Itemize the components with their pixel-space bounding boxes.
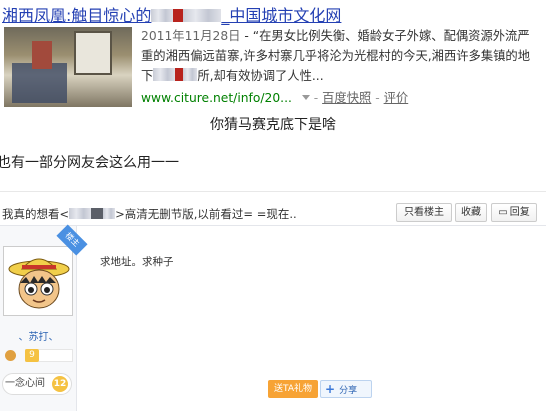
result-snippet: 2011年11月28日 - “在男女比例失衡、婚龄女子外嫁、配偶资源外流严重的湘… [141, 26, 541, 86]
avatar[interactable] [3, 246, 73, 316]
mosaic-censor [183, 9, 222, 22]
post-title-prefix: 我真的想看< [2, 207, 70, 221]
only-op-button[interactable]: 只看楼主 [396, 203, 452, 222]
result-title-prefix: 湘西凤凰:触目惊心的 [2, 6, 152, 25]
mosaic-censor [151, 9, 174, 22]
result-snippet-text-2: 所,却有效协调了人性... [197, 69, 324, 83]
caption-line-1: 你猜马赛克底下是啥 [210, 117, 336, 133]
mosaic-censor [69, 208, 92, 219]
username-link[interactable]: 、苏打、 [0, 328, 77, 343]
post-header: 我真的想看< >高清无删节版,以前看过= =现在.. 只看楼主 收藏 ▭ 回复 [0, 200, 546, 226]
result-date: 2011年11月28日 [141, 29, 241, 43]
post-body: 求地址。求种子 [100, 256, 174, 268]
mosaic-censor [103, 208, 116, 219]
mosaic-censor [153, 68, 176, 81]
review-link[interactable]: 评价 [384, 91, 409, 105]
mosaic-censor [175, 68, 184, 81]
level-number: 9 [25, 349, 39, 362]
caption-line-2: 也有一部分网友会这么用一一 [0, 155, 179, 171]
separator: - [313, 91, 319, 105]
result-title-suffix: _中国城市文化网 [221, 6, 342, 25]
reply-icon: ▭ [498, 207, 508, 218]
user-title-tag[interactable]: 一念心间 12 [2, 373, 72, 395]
result-url[interactable]: www.citure.net/info/20... [141, 91, 292, 105]
mosaic-censor [91, 208, 104, 219]
result-title-link[interactable]: 湘西凤凰:触目惊心的 _中国城市文化网 [2, 2, 341, 26]
post-title-suffix: >高清无删节版,以前看过= =现在.. [115, 207, 297, 221]
separator: - [375, 91, 380, 105]
share-label: 分享 [339, 386, 358, 396]
plus-icon: + [325, 382, 336, 396]
share-button[interactable]: + 分享 [320, 380, 372, 398]
level-icon [5, 350, 16, 361]
mosaic-censor [173, 9, 184, 22]
reply-label: 回复 [509, 207, 530, 218]
user-title: 一念心间 [5, 378, 45, 389]
avatar-luffy-icon [4, 247, 72, 315]
mosaic-censor [183, 68, 198, 81]
thumbnail-fabric-red [32, 41, 52, 69]
favorite-button[interactable]: 收藏 [455, 203, 487, 222]
result-url-line: www.citure.net/info/20... - 百度快照 - 评价 [141, 88, 408, 106]
dropdown-arrow-icon[interactable] [301, 95, 310, 100]
post-title: 我真的想看< >高清无删节版,以前看过= =现在.. [2, 206, 297, 222]
photo-thumbnail-icon[interactable] [4, 27, 132, 107]
thumbnail-window [74, 31, 112, 75]
thumbnail-fabric [12, 63, 67, 103]
user-title-level: 12 [52, 376, 68, 392]
divider [0, 191, 546, 192]
reply-button[interactable]: ▭ 回复 [491, 203, 537, 222]
snapshot-link[interactable]: 百度快照 [322, 91, 371, 105]
send-gift-button[interactable]: 送TA礼物 [268, 380, 318, 398]
